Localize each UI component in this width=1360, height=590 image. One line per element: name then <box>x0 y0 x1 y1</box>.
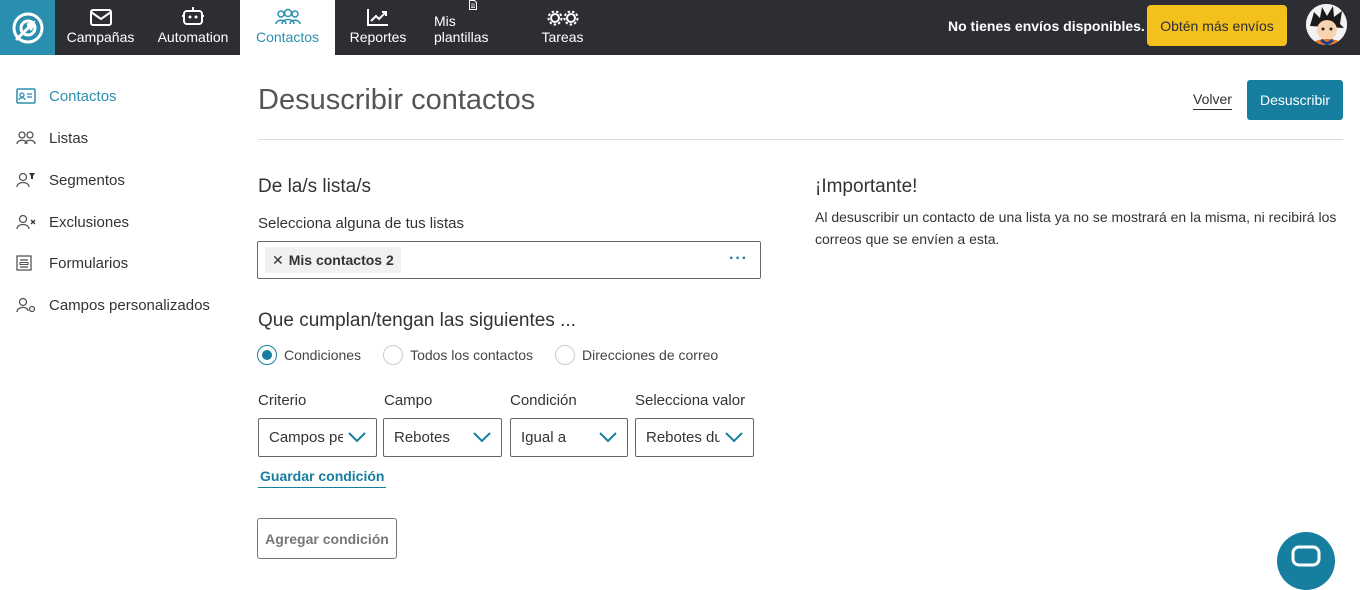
radio-condiciones[interactable]: Condiciones <box>257 345 361 365</box>
radio-unchecked-icon <box>555 345 576 365</box>
top-navigation-bar: Campañas Automation Contactos Reportes M… <box>0 0 1360 55</box>
radio-checked-icon <box>257 345 277 365</box>
app-logo[interactable] <box>0 0 55 55</box>
selected-list-tag: ✕ Mis contactos 2 <box>265 247 401 273</box>
unsubscribe-button[interactable]: Desuscribir <box>1247 80 1343 120</box>
user-filter-icon <box>16 171 38 189</box>
gears-icon <box>547 10 578 26</box>
radio-label: Condiciones <box>284 347 362 363</box>
robot-icon <box>182 7 204 25</box>
nav-mis-plantillas[interactable]: Mis plantillas <box>421 0 525 55</box>
condicion-select[interactable]: Igual a <box>510 418 628 457</box>
conditions-heading: Que cumplan/tengan las siguientes ... <box>258 310 576 331</box>
nav-tareas[interactable]: Tareas <box>525 0 600 55</box>
radio-todos-los-contactos[interactable]: Todos los contactos <box>383 345 533 365</box>
chevron-down-icon <box>725 432 743 443</box>
sidebar-item-label: Exclusiones <box>49 213 130 231</box>
chevron-down-icon <box>348 432 366 443</box>
page-title: Desuscribir contactos <box>258 84 536 116</box>
logo-icon <box>12 12 43 43</box>
condicion-label: Condición <box>510 392 577 409</box>
radio-label: Todos los contactos <box>410 347 534 363</box>
sidebar-item-listas[interactable]: Listas <box>16 126 88 150</box>
more-options-icon[interactable]: ··· <box>729 250 748 268</box>
radio-label: Direcciones de correo <box>582 347 719 363</box>
sidebar-item-campos-personalizados[interactable]: Campos personalizados <box>16 293 210 317</box>
sidebar-item-exclusiones[interactable]: Exclusiones <box>16 210 129 234</box>
user-gear-icon <box>16 296 38 314</box>
lists-heading: De la/s lista/s <box>258 176 371 197</box>
nav-automation[interactable]: Automation <box>146 0 240 55</box>
nav-contactos[interactable]: Contactos <box>240 0 335 55</box>
nav-label: Campañas <box>66 29 135 45</box>
valor-select[interactable]: Rebotes duros <box>635 418 754 457</box>
criterio-label: Criterio <box>258 392 307 409</box>
select-value: Campos personalizados <box>269 429 343 446</box>
radio-direcciones-de-correo[interactable]: Direcciones de correo <box>555 345 718 365</box>
form-icon <box>16 254 38 272</box>
important-text: Al desuscribir un contacto de una lista … <box>815 209 1337 247</box>
chart-trend-icon <box>367 9 388 26</box>
save-condition-link[interactable]: Guardar condición <box>258 468 387 488</box>
tag-label: Mis contactos 2 <box>288 252 394 268</box>
sidebar-item-contactos[interactable]: Contactos <box>16 84 117 108</box>
nav-campanas[interactable]: Campañas <box>55 0 146 55</box>
radio-unchecked-icon <box>383 345 404 365</box>
lists-label: Selecciona alguna de tus listas <box>258 215 464 232</box>
people-icon <box>274 8 301 25</box>
important-heading: ¡Importante! <box>815 176 918 197</box>
sidebar-item-formularios[interactable]: Formularios <box>16 251 128 275</box>
sidebar-item-label: Campos personalizados <box>49 296 210 314</box>
document-icon <box>469 0 477 10</box>
sidebar-item-label: Listas <box>49 129 89 147</box>
nav-label: Automation <box>157 29 229 45</box>
header-divider <box>258 139 1343 140</box>
avatar-image <box>1306 4 1347 45</box>
people-icon <box>16 129 38 147</box>
chat-bubble-icon <box>1291 545 1321 567</box>
chat-widget-button[interactable] <box>1277 532 1335 590</box>
back-button[interactable]: Volver <box>1193 91 1232 110</box>
main-nav: Campañas Automation Contactos Reportes M… <box>55 0 600 55</box>
nav-label: Tareas <box>541 29 584 45</box>
conditions-radio-group: Condiciones Todos los contactos Direccio… <box>257 345 740 365</box>
nav-label: Mis plantillas <box>434 13 489 45</box>
sidebar-item-segmentos[interactable]: Segmentos <box>16 168 125 192</box>
select-value: Igual a <box>521 429 567 446</box>
chevron-down-icon <box>599 432 617 443</box>
nav-reportes[interactable]: Reportes <box>335 0 421 55</box>
user-avatar[interactable] <box>1306 4 1347 45</box>
envelope-icon <box>89 9 112 26</box>
sidebar-item-label: Segmentos <box>49 171 125 189</box>
criterio-select[interactable]: Campos personalizados <box>258 418 377 457</box>
valor-label: Selecciona valor <box>635 392 746 409</box>
select-value: Rebotes duros <box>646 429 720 446</box>
nav-label: Reportes <box>349 29 407 45</box>
nav-label: Contactos <box>255 29 320 45</box>
get-more-sends-button[interactable]: Obtén más envíos <box>1147 5 1287 46</box>
list-multiselect[interactable]: ✕ Mis contactos 2 ··· <box>257 241 761 279</box>
user-x-icon <box>16 213 38 231</box>
sidebar-item-label: Formularios <box>49 254 129 272</box>
contact-card-icon <box>16 87 38 105</box>
chevron-down-icon <box>473 432 491 443</box>
campo-label: Campo <box>384 392 433 409</box>
sidebar-item-label: Contactos <box>49 87 117 105</box>
remove-tag-icon[interactable]: ✕ <box>272 252 284 269</box>
campo-select[interactable]: Rebotes <box>383 418 502 457</box>
select-value: Rebotes <box>394 429 450 446</box>
add-condition-button[interactable]: Agregar condición <box>257 518 397 559</box>
sends-status-text: No tienes envíos disponibles. <box>948 18 1145 34</box>
